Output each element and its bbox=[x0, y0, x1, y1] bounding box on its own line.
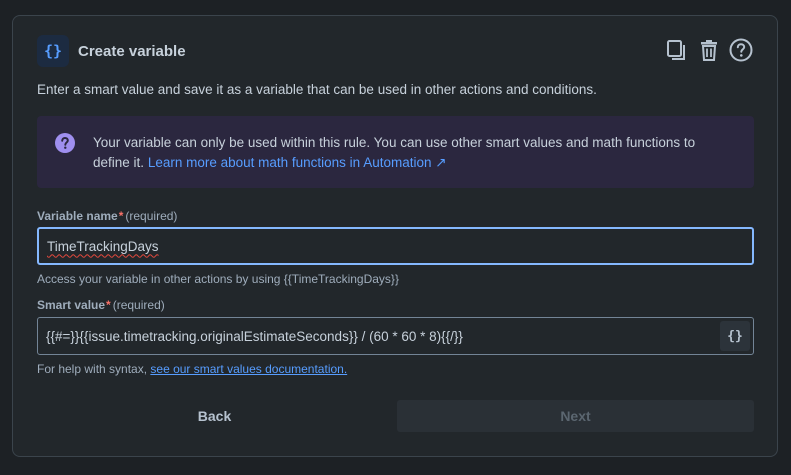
smart-value-label: Smart value* (required) bbox=[37, 298, 165, 312]
variable-name-label-text: Variable name bbox=[37, 209, 118, 223]
smart-value-helper: For help with syntax, see our smart valu… bbox=[37, 362, 347, 376]
question-circle-icon bbox=[55, 133, 75, 158]
panel-title: Create variable bbox=[78, 42, 186, 60]
create-variable-panel: {} Create variable Enter a smart value a… bbox=[12, 15, 778, 457]
smart-value-text: {{#=}}{{issue.timetracking.originalEstim… bbox=[46, 328, 463, 344]
required-text: (required) bbox=[112, 298, 165, 312]
smart-value-input[interactable]: {{#=}}{{issue.timetracking.originalEstim… bbox=[37, 317, 754, 355]
smart-values-docs-link[interactable]: see our smart values documentation. bbox=[150, 362, 347, 376]
back-button[interactable]: Back bbox=[37, 400, 392, 432]
panel-description: Enter a smart value and save it as a var… bbox=[37, 82, 597, 97]
smart-value-helper-prefix: For help with syntax, bbox=[37, 362, 148, 376]
smart-value-label-text: Smart value bbox=[37, 298, 106, 312]
insert-smart-value-button[interactable]: {} bbox=[720, 321, 750, 351]
required-marker: * bbox=[118, 209, 124, 223]
variable-name-value: TimeTrackingDays bbox=[47, 238, 159, 254]
variable-name-label: Variable name* (required) bbox=[37, 209, 177, 223]
variable-name-helper: Access your variable in other actions by… bbox=[37, 272, 399, 286]
trash-icon[interactable] bbox=[697, 37, 721, 63]
next-button[interactable]: Next bbox=[397, 400, 754, 432]
info-message-text: Your variable can only be used within th… bbox=[93, 133, 730, 173]
panel-header: {} Create variable bbox=[37, 34, 753, 68]
copy-icon[interactable] bbox=[665, 37, 689, 63]
math-functions-link[interactable]: Learn more about math functions in Autom… bbox=[148, 155, 447, 170]
variable-name-input[interactable]: TimeTrackingDays bbox=[37, 227, 754, 265]
help-icon[interactable] bbox=[729, 37, 753, 63]
info-section-message: Your variable can only be used within th… bbox=[37, 116, 754, 188]
required-text: (required) bbox=[125, 209, 178, 223]
header-actions bbox=[665, 37, 753, 63]
required-marker: * bbox=[106, 298, 111, 312]
braces-icon: {} bbox=[37, 35, 69, 67]
